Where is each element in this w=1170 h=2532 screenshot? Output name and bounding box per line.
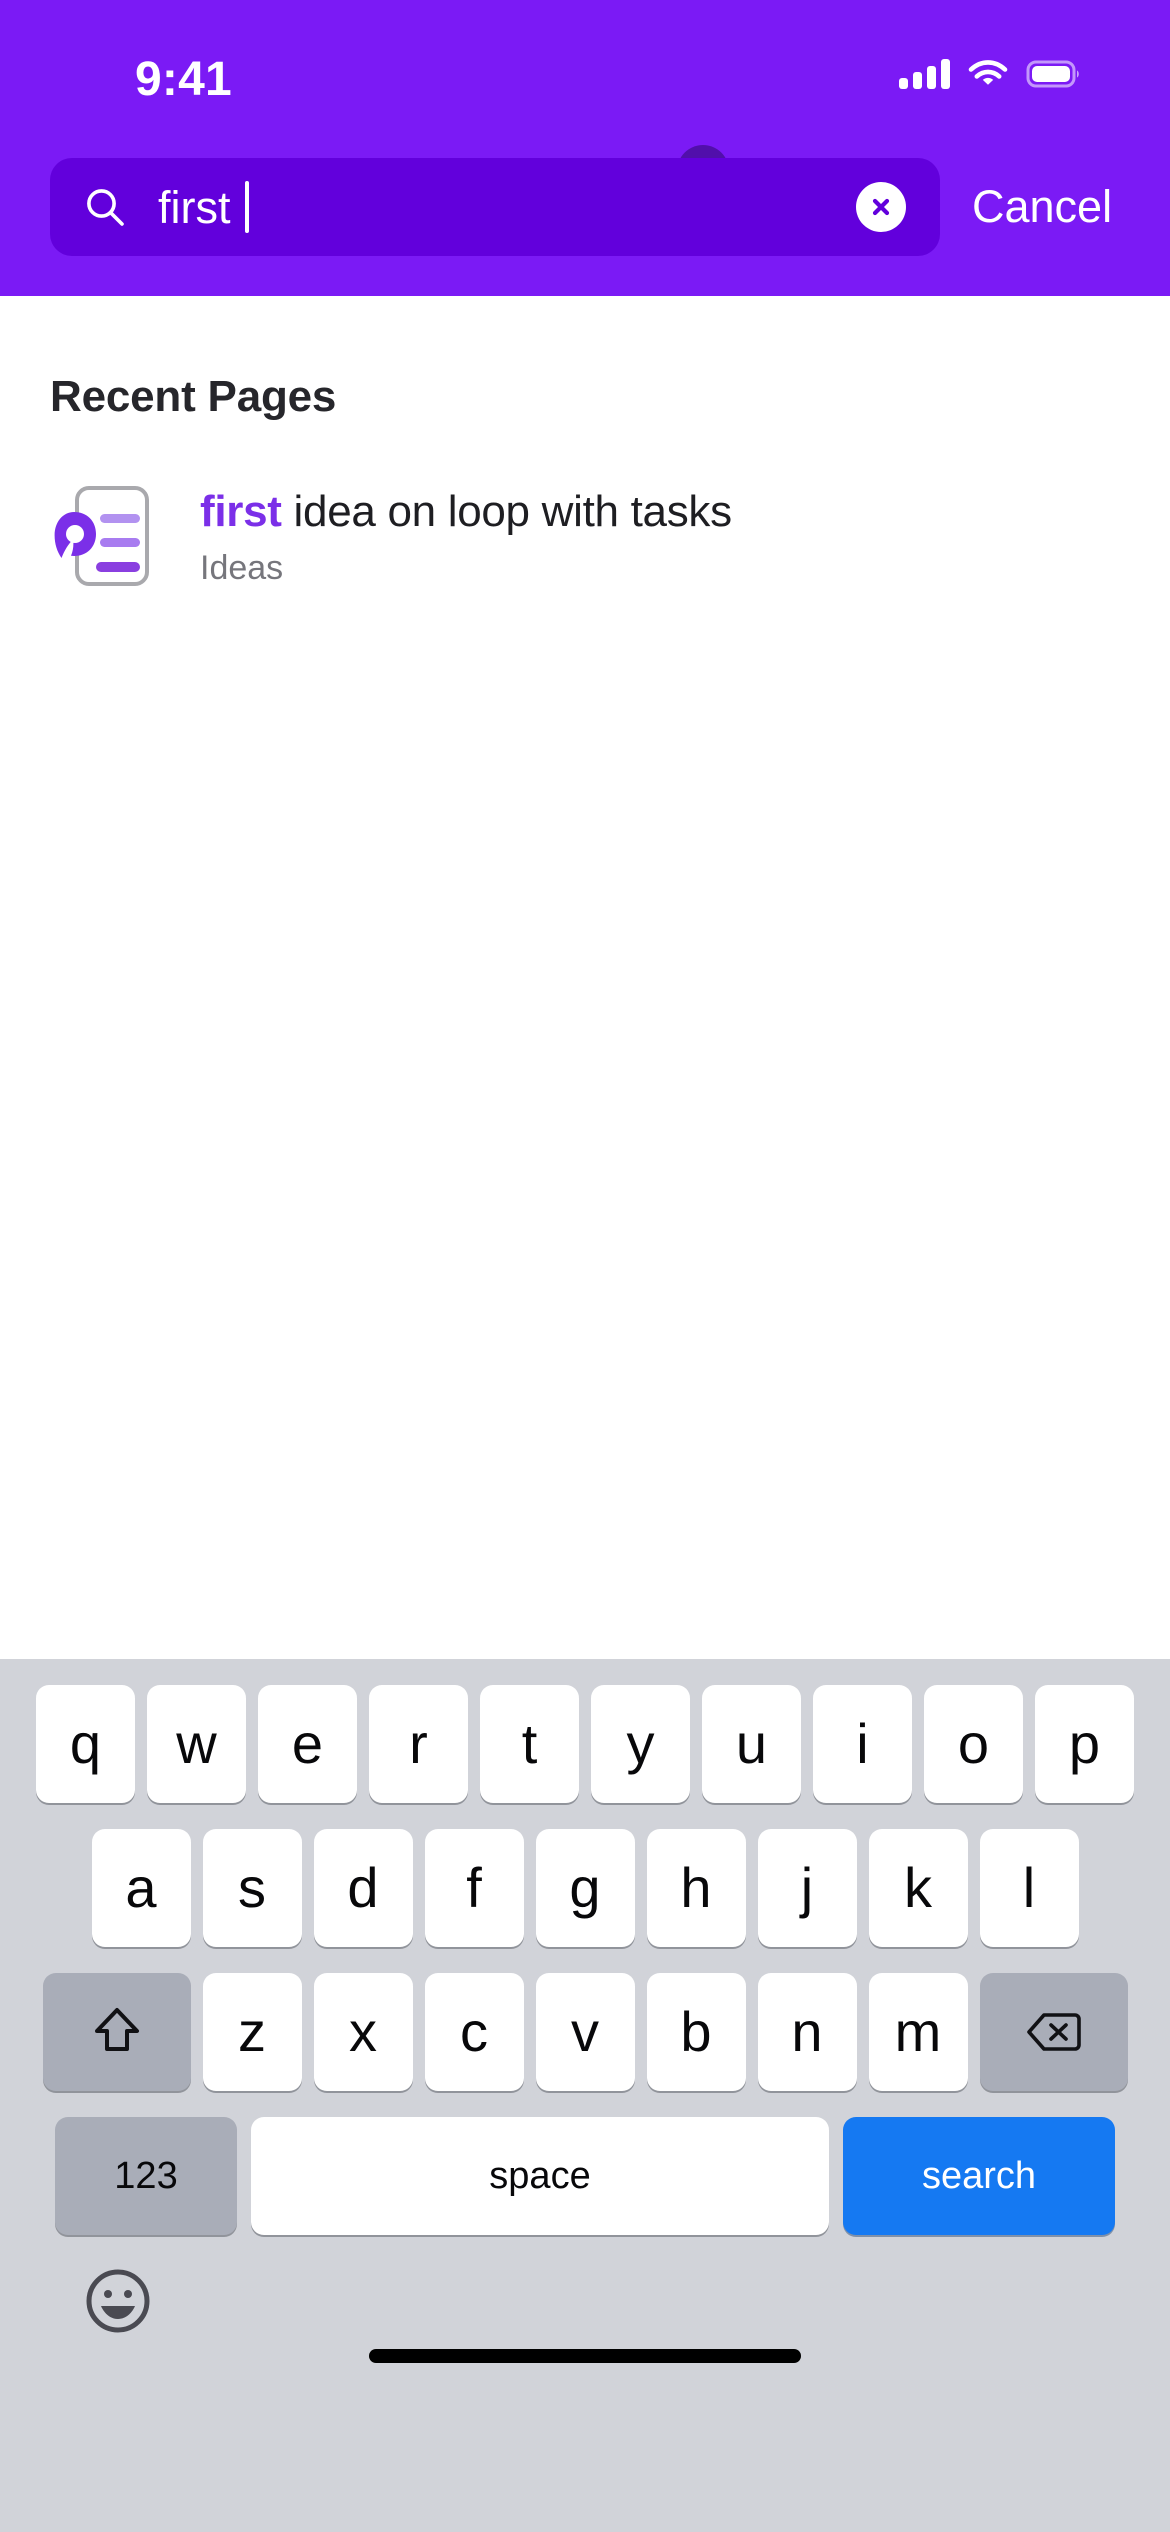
key-j[interactable]: j (757, 1829, 857, 1947)
search-results-panel: Recent Pages first idea on loop with tas… (0, 296, 1170, 1659)
backspace-key[interactable] (979, 1973, 1128, 2091)
search-input-value: first (158, 181, 231, 233)
key-v[interactable]: v (535, 1973, 635, 2091)
key-n[interactable]: n (757, 1973, 857, 2091)
key-m[interactable]: m (868, 1973, 968, 2091)
key-a[interactable]: a (91, 1829, 191, 1947)
list-item-title-rest: idea on loop with tasks (281, 487, 733, 536)
keyboard-row-2: a s d f g h j k l (0, 1829, 1170, 1947)
key-i[interactable]: i (813, 1685, 912, 1803)
list-item[interactable]: first idea on loop with tasks Ideas (0, 474, 1170, 614)
keyboard-row-3: z x c v b n m (0, 1973, 1170, 2091)
key-t[interactable]: t (480, 1685, 579, 1803)
shift-arrow-icon (94, 2008, 139, 2051)
search-key[interactable]: search (843, 2117, 1115, 2235)
backspace-delete-icon (1026, 2013, 1081, 2051)
wifi-icon (968, 59, 1008, 89)
key-u[interactable]: u (702, 1685, 801, 1803)
close-icon (872, 198, 890, 216)
key-d[interactable]: d (313, 1829, 413, 1947)
list-item-title-match: first (200, 487, 282, 536)
key-o[interactable]: o (924, 1685, 1023, 1803)
emoji-smiley-icon (86, 2269, 150, 2333)
home-indicator (369, 2349, 801, 2363)
key-q[interactable]: q (36, 1685, 135, 1803)
on-screen-keyboard: q w e r t y u i o p a s d f g h j k l z … (0, 1659, 1170, 2532)
keyboard-row-1: q w e r t y u i o p (0, 1685, 1170, 1803)
key-e[interactable]: e (258, 1685, 357, 1803)
key-f[interactable]: f (424, 1829, 524, 1947)
cancel-button[interactable]: Cancel (972, 181, 1112, 233)
text-cursor (244, 181, 249, 233)
status-bar: 9:41 (0, 0, 1170, 140)
list-item-title: first idea on loop with tasks (200, 486, 732, 538)
status-bar-time: 9:41 (135, 53, 232, 106)
list-item-subtitle: Ideas (200, 548, 284, 587)
key-y[interactable]: y (591, 1685, 690, 1803)
battery-icon (1026, 59, 1082, 89)
key-c[interactable]: c (424, 1973, 524, 2091)
key-r[interactable]: r (369, 1685, 468, 1803)
key-x[interactable]: x (313, 1973, 413, 2091)
status-bar-icons (899, 54, 1082, 94)
phone-screen: 9:41 first Cancel Recent Pages first ide… (0, 0, 1170, 2532)
keyboard-row-4: 123 space search (0, 2117, 1170, 2235)
key-k[interactable]: k (868, 1829, 968, 1947)
shift-key[interactable] (42, 1973, 191, 2091)
emoji-key[interactable] (82, 2265, 154, 2337)
list-item-texts: first idea on loop with tasks Ideas (200, 480, 732, 589)
key-l[interactable]: l (979, 1829, 1079, 1947)
key-w[interactable]: w (147, 1685, 246, 1803)
key-p[interactable]: p (1035, 1685, 1134, 1803)
key-g[interactable]: g (535, 1829, 635, 1947)
section-title-recent-pages: Recent Pages (50, 372, 337, 421)
search-icon (84, 186, 126, 228)
key-z[interactable]: z (202, 1973, 302, 2091)
search-bar-row: first Cancel (0, 152, 1170, 262)
space-key[interactable]: space (251, 2117, 829, 2235)
numbers-key[interactable]: 123 (55, 2117, 237, 2235)
keyboard-bottom-bar (0, 2235, 1170, 2385)
search-input[interactable]: first (50, 158, 940, 256)
cellular-signal-icon (899, 59, 950, 89)
clear-search-button[interactable] (856, 182, 906, 232)
key-b[interactable]: b (646, 1973, 746, 2091)
key-h[interactable]: h (646, 1829, 746, 1947)
page-document-icon (52, 480, 156, 592)
search-input-text-wrapper: first (158, 181, 856, 233)
key-s[interactable]: s (202, 1829, 302, 1947)
